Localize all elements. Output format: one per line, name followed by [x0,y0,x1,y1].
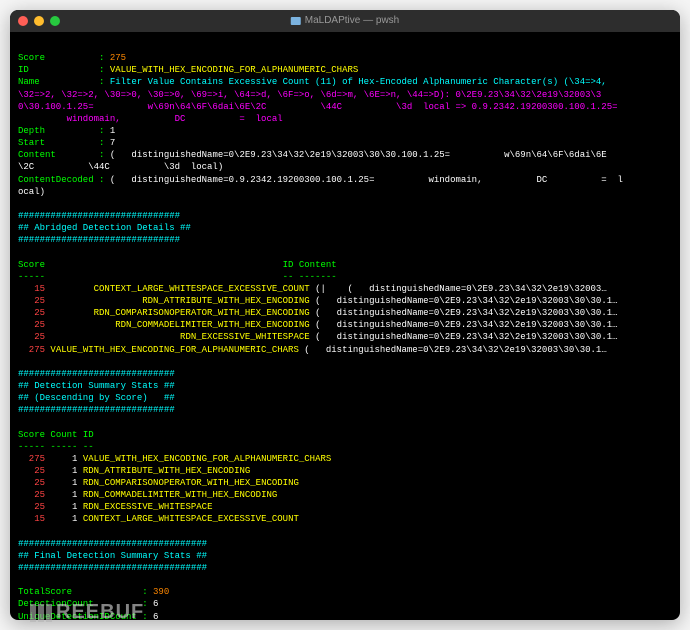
watermark-text: REEBUF [56,601,144,623]
depth-value: 1 [110,126,115,136]
maximize-button[interactable] [50,16,60,26]
name-value: Filter Value Contains Excessive Count (1… [110,77,607,87]
score-header: Score [18,430,45,440]
row-count: 1 [72,490,77,500]
score-value: 275 [110,53,126,63]
hash-divider: ############################# [18,405,175,415]
row-id: RDN_EXCESSIVE_WHITESPACE [83,502,213,512]
row-content: ( distinguishedName=0\2E9.23\34\32\2e19\… [304,345,606,355]
row-score: 25 [18,332,45,342]
row-score: 15 [18,284,45,294]
row-content: ( distinguishedName=0\2E9.23\34\32\2e19\… [315,308,617,318]
summary-title1: ## Detection Summary Stats ## [18,381,175,391]
row-id: RDN_EXCESSIVE_WHITESPACE [180,332,310,342]
row-score: 15 [18,514,45,524]
summary-title2: ## (Descending by Score) ## [18,393,175,403]
row-id: RDN_COMMADELIMITER_WITH_HEX_ENCODING [83,490,277,500]
row-id: RDN_COMPARISONOPERATOR_WITH_HEX_ENCODING [83,478,299,488]
row-id: RDN_ATTRIBUTE_WITH_HEX_ENCODING [142,296,309,306]
row-count: 1 [72,466,77,476]
hash-divider: ############################## [18,235,180,245]
final-title: ## Final Detection Summary Stats ## [18,551,207,561]
row-score: 25 [18,320,45,330]
content-label: Content [18,150,56,160]
row-score: 25 [18,502,45,512]
row-score: 25 [18,478,45,488]
depth-label: Depth [18,126,45,136]
dash: ------- [299,272,337,282]
hex-line-2: 0\30.100.1.25= w\69n\64\6F\6dai\6E\2C \4… [18,102,618,112]
dash: -- [83,442,94,452]
hash-divider: ############################## [18,211,180,221]
total-label: TotalScore [18,587,72,597]
decoded-value: ( distinguishedName=0.9.2342.19200300.10… [110,175,623,185]
start-label: Start [18,138,45,148]
content-value: ( distinguishedName=0\2E9.23\34\32\2e19\… [110,150,607,160]
row-content: (| ( distinguishedName=0\2E9.23\34\32\2e… [315,284,607,294]
row-score: 275 [18,454,45,464]
row-id: RDN_COMMADELIMITER_WITH_HEX_ENCODING [115,320,309,330]
id-value: VALUE_WITH_HEX_ENCODING_FOR_ALPHANUMERIC… [110,65,358,75]
row-count: 1 [72,454,77,464]
id-header: ID [83,430,94,440]
close-button[interactable] [18,16,28,26]
dash: ----- [18,442,45,452]
dash: ----- [18,272,45,282]
id-label: ID [18,65,29,75]
row-id: CONTEXT_LARGE_WHITESPACE_EXCESSIVE_COUNT [83,514,299,524]
watermark-bars-icon [30,604,52,622]
terminal-content[interactable]: Score : 275 ID : VALUE_WITH_HEX_ENCODING… [10,32,680,620]
abridged-title: ## Abridged Detection Details ## [18,223,191,233]
row-id: VALUE_WITH_HEX_ENCODING_FOR_ALPHANUMERIC… [50,345,298,355]
decoded-label: ContentDecoded : [18,175,104,185]
detection-value: 6 [153,599,158,609]
row-content: ( distinguishedName=0\2E9.23\34\32\2e19\… [315,296,617,306]
row-content: ( distinguishedName=0\2E9.23\34\32\2e19\… [315,320,617,330]
minimize-button[interactable] [34,16,44,26]
row-content: ( distinguishedName=0\2E9.23\34\32\2e19\… [315,332,617,342]
name-label: Name [18,77,40,87]
hash-divider: ################################### [18,539,207,549]
unique-value: 6 [153,612,158,620]
row-count: 1 [72,502,77,512]
watermark: REEBUF [30,599,144,626]
row-count: 1 [72,514,77,524]
row-id: RDN_ATTRIBUTE_WITH_HEX_ENCODING [83,466,250,476]
titlebar: MaLDAPtive — pwsh [10,10,680,32]
hex-line-3: windomain, DC = local [18,114,283,124]
row-count: 1 [72,478,77,488]
score-label: Score [18,53,45,63]
row-score: 25 [18,466,45,476]
window-title: MaLDAPtive — pwsh [291,14,399,28]
total-value: 390 [153,587,169,597]
dash: -- [283,272,294,282]
start-value: 7 [110,138,115,148]
hash-divider: ################################### [18,563,207,573]
content-line-2: \2C \44C \3d local) [18,162,223,172]
row-score: 275 [18,345,45,355]
id-header: ID [283,260,294,270]
decoded-line-2: ocal) [18,187,45,197]
row-score: 25 [18,296,45,306]
content-header: Content [299,260,337,270]
hex-line-1: \32=>2, \32=>2, \30=>0, \30=>0, \69=>i, … [18,90,601,100]
score-header: Score [18,260,45,270]
hash-divider: ############################# [18,369,175,379]
row-score: 25 [18,308,45,318]
terminal-window: MaLDAPtive — pwsh Score : 275 ID : VALUE… [10,10,680,620]
folder-icon [291,17,301,25]
row-id: RDN_COMPARISONOPERATOR_WITH_HEX_ENCODING [94,308,310,318]
dash: ----- [50,442,77,452]
row-score: 25 [18,490,45,500]
row-id: CONTEXT_LARGE_WHITESPACE_EXCESSIVE_COUNT [94,284,310,294]
count-header: Count [50,430,77,440]
title-text: MaLDAPtive — pwsh [305,14,399,28]
traffic-lights [18,16,60,26]
row-id: VALUE_WITH_HEX_ENCODING_FOR_ALPHANUMERIC… [83,454,331,464]
